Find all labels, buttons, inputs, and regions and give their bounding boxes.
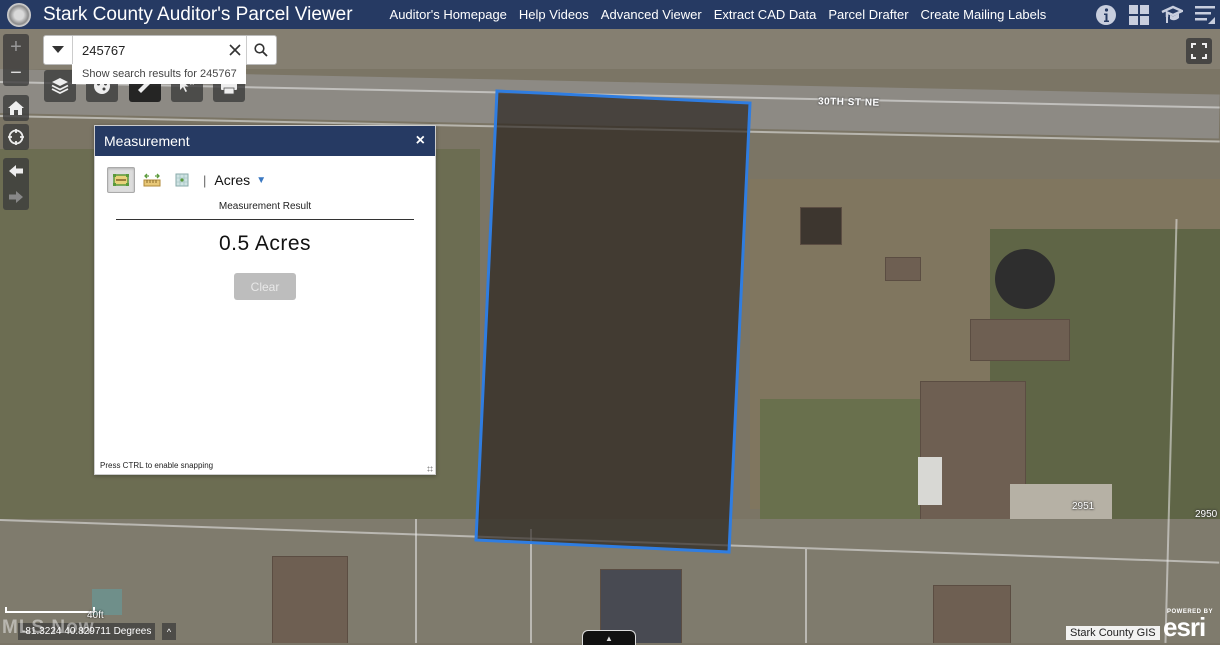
app-title: Stark County Auditor's Parcel Viewer <box>43 3 353 25</box>
search-icon <box>254 43 268 57</box>
clear-button[interactable]: Clear <box>234 273 296 300</box>
distance-tool-button[interactable] <box>139 168 165 192</box>
watermark: MLS Now <box>2 617 95 638</box>
caret-down-icon[interactable]: ▼ <box>256 175 266 186</box>
arrow-left-icon <box>9 165 23 177</box>
search-widget <box>43 35 277 65</box>
measurement-panel: Measurement × | Acres ▼ Measurement Resu… <box>94 125 436 475</box>
search-suggestion[interactable]: Show search results for 245767 <box>72 64 246 84</box>
nav-parcel-drafter[interactable]: Parcel Drafter <box>828 7 908 22</box>
map-attribution: Stark County GIS <box>1066 626 1160 640</box>
address-label: 2950 <box>1195 509 1218 520</box>
fullscreen-button[interactable] <box>1186 38 1212 64</box>
county-seal-logo <box>7 2 31 27</box>
next-extent-button[interactable] <box>3 184 29 210</box>
measurement-panel-header: Measurement × <box>95 126 435 156</box>
clear-search-button[interactable] <box>224 44 246 56</box>
result-divider <box>116 219 414 220</box>
street-label: 30TH ST NE <box>817 96 880 109</box>
panel-title: Measurement <box>104 133 190 149</box>
locate-icon <box>8 129 24 145</box>
app-header: Stark County Auditor's Parcel Viewer Aud… <box>0 0 1220 29</box>
extent-nav-control <box>3 158 29 210</box>
education-cap-icon[interactable] <box>1161 4 1183 26</box>
location-grid-icon <box>175 173 189 187</box>
caret-down-icon <box>52 46 64 53</box>
distance-icon <box>143 173 161 187</box>
result-label: Measurement Result <box>218 201 312 212</box>
layers-icon <box>51 78 69 95</box>
area-icon <box>113 174 129 186</box>
search-input[interactable] <box>73 41 224 59</box>
home-button[interactable] <box>3 95 29 121</box>
nav-help-videos[interactable]: Help Videos <box>519 7 589 22</box>
resize-handle[interactable] <box>427 466 433 472</box>
zoom-in-button[interactable]: + <box>3 34 29 60</box>
header-nav: Auditor's Homepage Help Videos Advanced … <box>390 7 1059 22</box>
nav-create-mailing-labels[interactable]: Create Mailing Labels <box>921 7 1047 22</box>
location-tool-button[interactable] <box>169 168 195 192</box>
unit-dropdown[interactable]: Acres <box>214 172 250 188</box>
area-tool-button[interactable] <box>107 167 135 193</box>
zoom-out-button[interactable]: − <box>3 60 29 86</box>
apps-grid-icon[interactable] <box>1128 4 1150 26</box>
nav-extract-cad-data[interactable]: Extract CAD Data <box>714 7 817 22</box>
nav-advanced-viewer[interactable]: Advanced Viewer <box>601 7 702 22</box>
menu-icon[interactable] <box>1194 4 1216 26</box>
close-panel-button[interactable]: × <box>416 132 425 150</box>
measurement-result-value: 0.5 Acres <box>218 232 312 255</box>
coordinate-toggle-button[interactable]: ^ <box>162 623 176 640</box>
locate-button[interactable] <box>3 124 29 150</box>
zoom-control: + − <box>3 34 29 86</box>
scale-bar <box>5 607 95 613</box>
address-label: 2951 <box>1072 501 1095 512</box>
info-icon[interactable] <box>1095 4 1117 26</box>
arrow-right-icon <box>9 191 23 203</box>
search-source-dropdown[interactable] <box>44 36 73 64</box>
toolbar-separator: | <box>203 172 207 188</box>
search-button[interactable] <box>246 36 275 64</box>
close-icon <box>229 44 241 56</box>
nav-auditors-homepage[interactable]: Auditor's Homepage <box>390 7 507 22</box>
measurement-toolbar: | Acres ▼ <box>95 167 435 193</box>
snapping-hint: Press CTRL to enable snapping <box>100 461 214 470</box>
previous-extent-button[interactable] <box>3 158 29 184</box>
fullscreen-icon <box>1191 43 1207 59</box>
home-icon <box>8 101 24 115</box>
